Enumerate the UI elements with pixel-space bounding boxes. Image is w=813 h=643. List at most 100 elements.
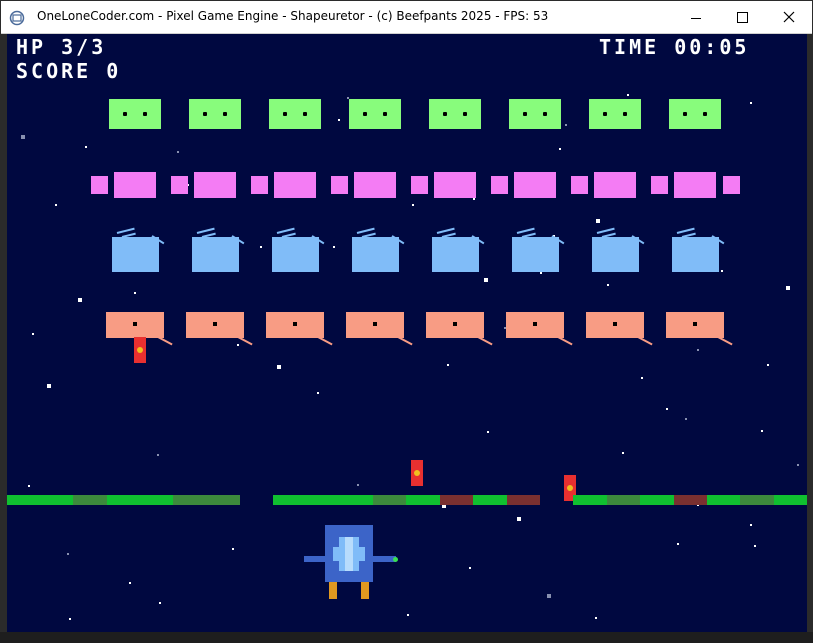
green-enemy <box>269 99 321 129</box>
star <box>750 524 752 526</box>
pink-enemy <box>434 172 476 198</box>
enemy-eye <box>603 112 607 116</box>
enemy-eye <box>303 112 307 116</box>
enemy-eye <box>463 112 467 116</box>
minimize-button[interactable] <box>673 2 719 33</box>
star <box>67 553 69 555</box>
shield-segment <box>440 495 473 505</box>
star <box>622 452 624 454</box>
pink-enemy <box>274 172 316 198</box>
enemy-eye <box>363 112 367 116</box>
star <box>85 146 87 148</box>
enemy-eye <box>683 112 687 116</box>
hp-label: HP 3/3 <box>16 35 107 59</box>
shield-segment <box>607 495 640 505</box>
pink-enemy <box>514 172 556 198</box>
blue-enemy <box>672 237 719 272</box>
enemy-eye <box>123 112 127 116</box>
star <box>177 151 179 153</box>
time-label: TIME 00:05 <box>599 35 750 59</box>
star <box>487 431 489 433</box>
orange-enemy <box>106 312 164 338</box>
star <box>469 567 471 569</box>
enemy-bullet <box>411 460 423 486</box>
star <box>232 548 234 550</box>
close-button[interactable] <box>765 2 811 33</box>
green-enemy <box>669 99 721 129</box>
star <box>333 246 335 248</box>
blue-enemy <box>512 237 559 272</box>
pink-enemy-wing <box>491 176 508 194</box>
star <box>473 198 475 200</box>
star <box>596 219 600 223</box>
star <box>28 485 30 487</box>
green-enemy <box>509 99 561 129</box>
pink-enemy-wing <box>251 176 268 194</box>
star <box>78 298 82 302</box>
enemy-eye <box>693 322 697 326</box>
star <box>641 377 643 379</box>
star <box>565 124 567 126</box>
enemy-eye <box>293 322 297 326</box>
pink-enemy-wing <box>651 176 668 194</box>
star <box>260 246 262 248</box>
pink-enemy <box>114 172 156 198</box>
shield-segment <box>740 495 774 505</box>
star <box>750 102 752 104</box>
star <box>595 617 597 619</box>
shield-segment <box>774 495 807 505</box>
player-gun-tip <box>393 557 398 562</box>
shield-segment <box>306 495 373 505</box>
enemy-eye <box>533 322 537 326</box>
enemy-eye <box>213 322 217 326</box>
game-canvas[interactable]: HP 3/3 SCORE 0 TIME 00:05 <box>7 34 807 632</box>
blue-enemy <box>432 237 479 272</box>
star <box>754 545 756 547</box>
pink-enemy-wing <box>411 176 428 194</box>
enemy-eye <box>523 112 527 116</box>
taskbar-edge <box>0 632 813 643</box>
star <box>761 430 763 432</box>
star <box>69 618 71 620</box>
blue-enemy <box>192 237 239 272</box>
star <box>357 484 359 486</box>
blue-enemy <box>272 237 319 272</box>
pink-enemy-wing <box>571 176 588 194</box>
enemy-eye <box>223 112 227 116</box>
star <box>721 270 723 272</box>
maximize-button[interactable] <box>719 2 765 33</box>
game-window: OneLoneCoder.com - Pixel Game Engine - S… <box>0 0 813 643</box>
star <box>697 349 699 351</box>
orange-enemy <box>666 312 724 338</box>
star <box>540 272 542 274</box>
star <box>484 278 488 282</box>
star <box>21 135 25 139</box>
enemy-eye <box>383 112 387 116</box>
star <box>407 614 409 616</box>
star <box>559 148 561 150</box>
green-enemy <box>189 99 241 129</box>
star <box>797 464 799 466</box>
enemy-eye <box>133 322 137 326</box>
star <box>32 333 34 335</box>
app-icon <box>9 10 25 26</box>
blue-enemy <box>112 237 159 272</box>
close-icon <box>783 11 795 23</box>
star <box>447 364 449 366</box>
shield-segment <box>273 495 306 505</box>
orange-enemy <box>586 312 644 338</box>
player-ship <box>304 525 398 600</box>
enemy-eye <box>283 112 287 116</box>
enemy-eye <box>143 112 147 116</box>
shield-segment <box>406 495 440 505</box>
star <box>47 384 51 388</box>
star <box>159 602 161 604</box>
green-enemy <box>429 99 481 129</box>
orange-enemy <box>266 312 324 338</box>
star <box>129 582 131 584</box>
pink-enemy-wing <box>331 176 348 194</box>
enemy-eye <box>373 322 377 326</box>
star <box>547 594 551 598</box>
shield-segment <box>7 495 73 505</box>
title-bar[interactable]: OneLoneCoder.com - Pixel Game Engine - S… <box>1 1 812 34</box>
